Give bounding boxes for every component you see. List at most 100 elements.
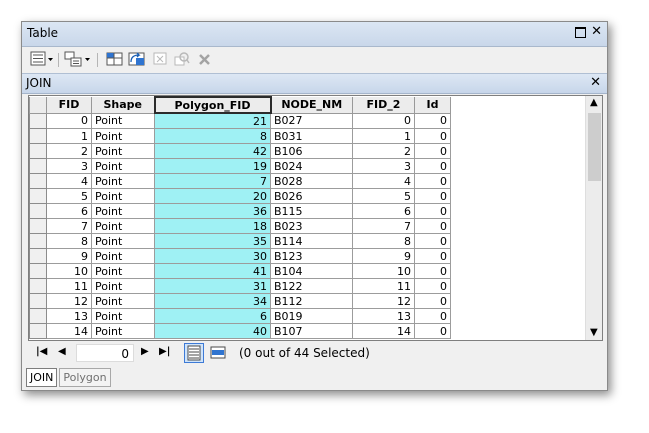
cell-fid-2[interactable]: 13 xyxy=(352,308,415,324)
cell-id[interactable]: 0 xyxy=(414,112,451,129)
cell-fid-2[interactable]: 7 xyxy=(352,218,415,234)
cell-node-nm[interactable]: B027 xyxy=(270,112,353,129)
cell-polygon-fid[interactable]: 7 xyxy=(154,173,271,189)
cell-node-nm[interactable]: B024 xyxy=(270,158,353,174)
cell-fid[interactable]: 3 xyxy=(46,158,92,174)
row-selector[interactable] xyxy=(29,293,47,309)
cell-node-nm[interactable]: B122 xyxy=(270,278,353,294)
table-row[interactable]: 8 Point 35 B114 8 0 xyxy=(29,233,451,249)
cell-shape[interactable]: Point xyxy=(91,143,155,159)
cell-fid-2[interactable]: 10 xyxy=(352,263,415,279)
show-selected-records-button[interactable] xyxy=(209,344,227,362)
cell-shape[interactable]: Point xyxy=(91,308,155,324)
row-selector[interactable] xyxy=(29,173,47,189)
cell-polygon-fid[interactable]: 31 xyxy=(154,278,271,294)
cell-shape[interactable]: Point xyxy=(91,203,155,219)
cell-fid[interactable]: 7 xyxy=(46,218,92,234)
first-record-icon[interactable]: |◀ xyxy=(36,346,47,357)
row-selector[interactable] xyxy=(29,218,47,234)
cell-shape[interactable]: Point xyxy=(91,218,155,234)
column-header-shape[interactable]: Shape xyxy=(91,97,155,114)
cell-fid[interactable]: 0 xyxy=(46,112,92,129)
scrollbar-thumb[interactable] xyxy=(588,113,601,181)
cell-fid[interactable]: 1 xyxy=(46,128,92,144)
cell-node-nm[interactable]: B019 xyxy=(270,308,353,324)
table-row[interactable]: 2 Point 42 B106 2 0 xyxy=(29,143,451,159)
scroll-down-icon[interactable]: ▼ xyxy=(590,327,598,338)
cell-fid[interactable]: 11 xyxy=(46,278,92,294)
table-row[interactable]: 0 Point 21 B027 0 0 xyxy=(29,112,451,129)
cell-node-nm[interactable]: B107 xyxy=(270,323,353,339)
cell-shape[interactable]: Point xyxy=(91,128,155,144)
clear-selection-button[interactable] xyxy=(152,51,168,67)
cell-id[interactable]: 0 xyxy=(414,143,451,159)
cell-polygon-fid[interactable]: 41 xyxy=(154,263,271,279)
cell-polygon-fid[interactable]: 18 xyxy=(154,218,271,234)
table-row[interactable]: 4 Point 7 B028 4 0 xyxy=(29,173,451,189)
cell-id[interactable]: 0 xyxy=(414,248,451,264)
cell-polygon-fid[interactable]: 40 xyxy=(154,323,271,339)
tab-polygon[interactable]: Polygon xyxy=(59,368,111,387)
cell-polygon-fid[interactable]: 36 xyxy=(154,203,271,219)
current-record-input[interactable]: 0 xyxy=(76,344,134,362)
cell-id[interactable]: 0 xyxy=(414,263,451,279)
row-selector-header[interactable] xyxy=(29,97,47,114)
cell-shape[interactable]: Point xyxy=(91,278,155,294)
delete-selected-button[interactable] xyxy=(198,51,212,67)
cell-node-nm[interactable]: B023 xyxy=(270,218,353,234)
cell-fid[interactable]: 10 xyxy=(46,263,92,279)
cell-polygon-fid[interactable]: 20 xyxy=(154,188,271,204)
column-header-id[interactable]: Id xyxy=(414,97,451,114)
vertical-scrollbar[interactable]: ▲ ▼ xyxy=(585,96,602,340)
row-selector[interactable] xyxy=(29,248,47,264)
cell-fid-2[interactable]: 6 xyxy=(352,203,415,219)
cell-fid-2[interactable]: 8 xyxy=(352,233,415,249)
cell-fid-2[interactable]: 3 xyxy=(352,158,415,174)
cell-id[interactable]: 0 xyxy=(414,308,451,324)
row-selector[interactable] xyxy=(29,143,47,159)
table-row[interactable]: 10 Point 41 B104 10 0 xyxy=(29,263,451,279)
table-row[interactable]: 12 Point 34 B112 12 0 xyxy=(29,293,451,309)
cell-id[interactable]: 0 xyxy=(414,278,451,294)
cell-node-nm[interactable]: B112 xyxy=(270,293,353,309)
cell-shape[interactable]: Point xyxy=(91,173,155,189)
select-by-attributes-button[interactable] xyxy=(106,51,124,67)
table-row[interactable]: 11 Point 31 B122 11 0 xyxy=(29,278,451,294)
cell-polygon-fid[interactable]: 19 xyxy=(154,158,271,174)
scroll-up-icon[interactable]: ▲ xyxy=(590,97,598,108)
cell-id[interactable]: 0 xyxy=(414,173,451,189)
cell-fid[interactable]: 2 xyxy=(46,143,92,159)
row-selector[interactable] xyxy=(29,158,47,174)
cell-node-nm[interactable]: B026 xyxy=(270,188,353,204)
column-header-fid-2[interactable]: FID_2 xyxy=(352,97,415,114)
cell-id[interactable]: 0 xyxy=(414,218,451,234)
row-selector[interactable] xyxy=(29,188,47,204)
cell-node-nm[interactable]: B114 xyxy=(270,233,353,249)
switch-selection-button[interactable] xyxy=(128,51,146,67)
next-record-icon[interactable]: ▶ xyxy=(141,346,149,357)
cell-fid-2[interactable]: 11 xyxy=(352,278,415,294)
cell-fid-2[interactable]: 0 xyxy=(352,112,415,129)
cell-fid-2[interactable]: 12 xyxy=(352,293,415,309)
cell-node-nm[interactable]: B031 xyxy=(270,128,353,144)
row-selector[interactable] xyxy=(29,278,47,294)
row-selector[interactable] xyxy=(29,112,47,129)
cell-polygon-fid[interactable]: 42 xyxy=(154,143,271,159)
cell-polygon-fid[interactable]: 8 xyxy=(154,128,271,144)
cell-id[interactable]: 0 xyxy=(414,293,451,309)
column-header-fid[interactable]: FID xyxy=(46,97,92,114)
cell-polygon-fid[interactable]: 34 xyxy=(154,293,271,309)
cell-id[interactable]: 0 xyxy=(414,158,451,174)
previous-record-icon[interactable]: ◀ xyxy=(58,346,66,357)
row-selector[interactable] xyxy=(29,323,47,339)
cell-id[interactable]: 0 xyxy=(414,188,451,204)
tab-join[interactable]: JOIN xyxy=(26,368,58,387)
cell-shape[interactable]: Point xyxy=(91,263,155,279)
cell-polygon-fid[interactable]: 21 xyxy=(154,112,271,129)
table-row[interactable]: 6 Point 36 B115 6 0 xyxy=(29,203,451,219)
row-selector[interactable] xyxy=(29,233,47,249)
table-row[interactable]: 9 Point 30 B123 9 0 xyxy=(29,248,451,264)
cell-fid-2[interactable]: 14 xyxy=(352,323,415,339)
cell-fid[interactable]: 8 xyxy=(46,233,92,249)
close-window-button[interactable]: ✕ xyxy=(591,24,602,40)
